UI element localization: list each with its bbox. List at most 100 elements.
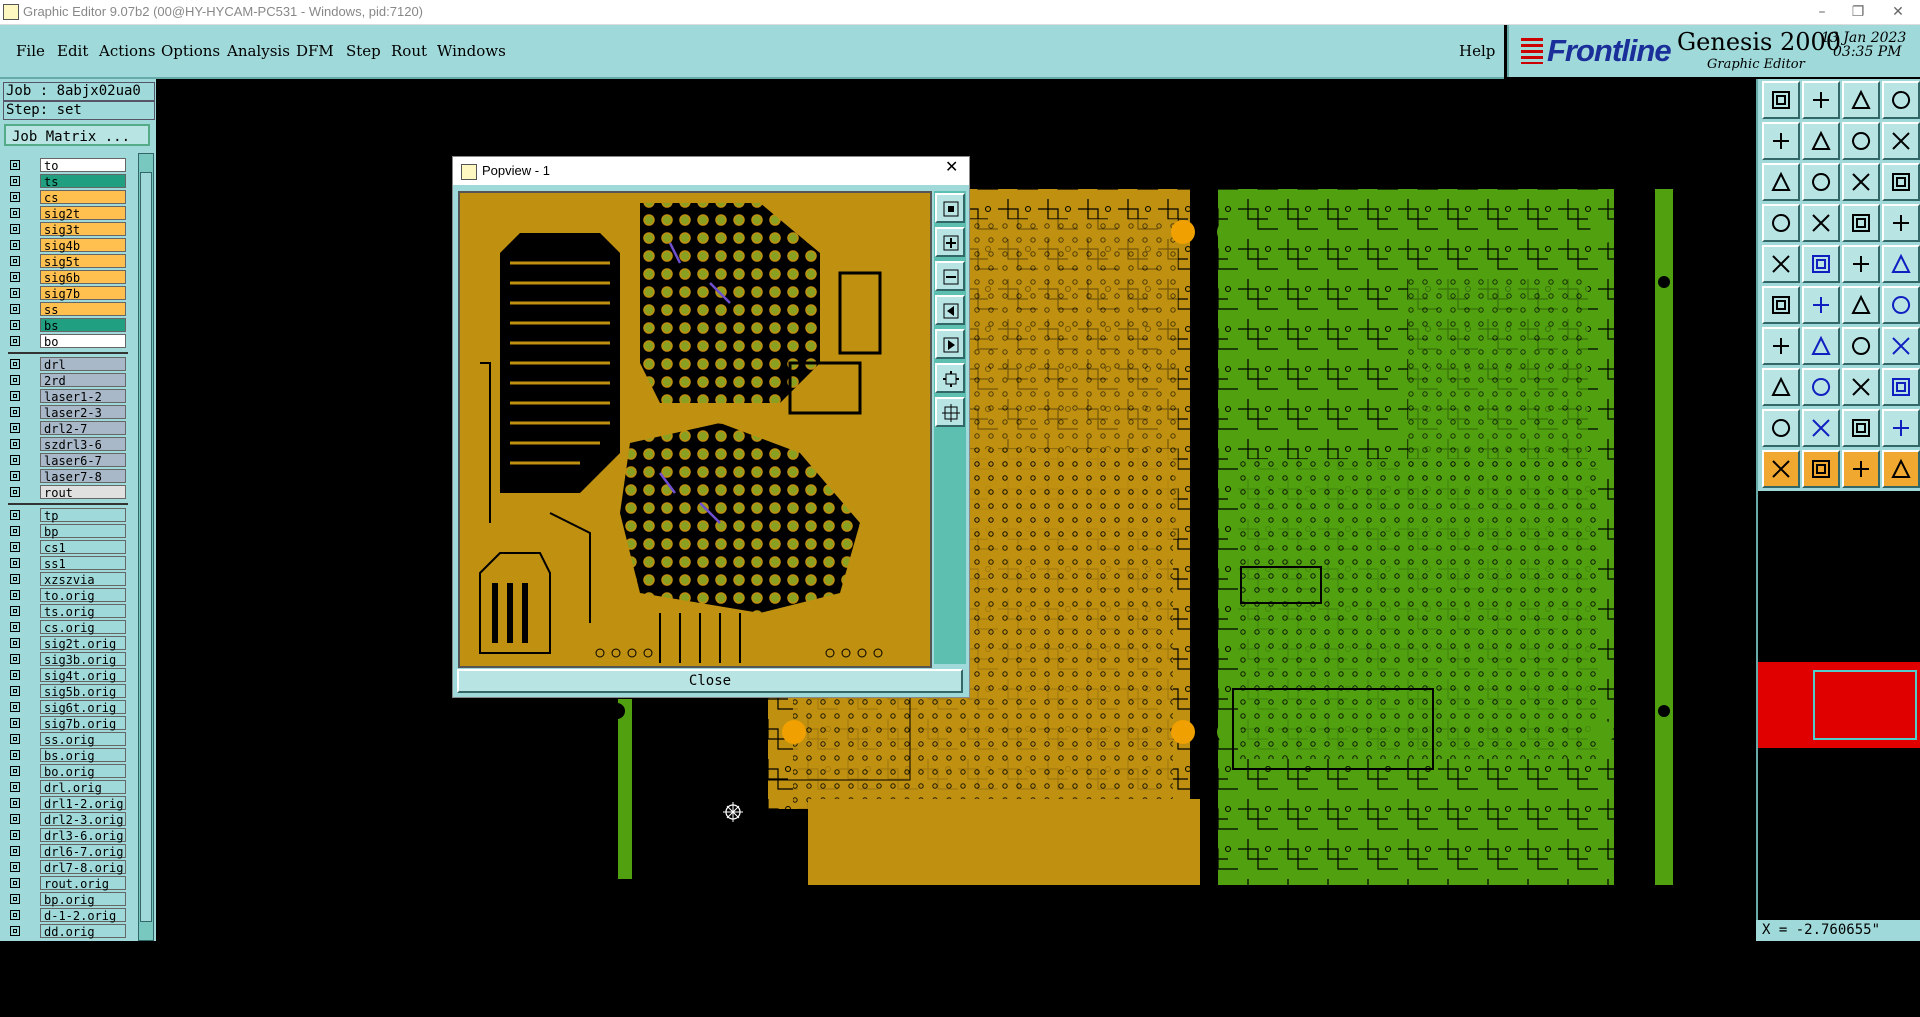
layer-name[interactable]: sig7b.orig — [40, 716, 126, 731]
layer-name[interactable]: sig2t.orig — [40, 636, 126, 651]
layer-name[interactable]: cs — [40, 190, 126, 205]
layer-affected-checkbox[interactable] — [10, 654, 20, 664]
link-icon[interactable] — [1882, 286, 1920, 324]
layer-row[interactable]: cs.orig — [4, 620, 126, 635]
split-view-icon[interactable] — [1882, 81, 1920, 119]
layer-row[interactable]: drl.orig — [4, 780, 126, 795]
save-icon[interactable] — [1802, 81, 1840, 119]
mirror-icon[interactable] — [1842, 122, 1880, 160]
layer-row[interactable]: sig3b.orig — [4, 652, 126, 667]
layer-name[interactable]: bo.orig — [40, 764, 126, 779]
layer-affected-checkbox[interactable] — [10, 638, 20, 648]
layer-affected-checkbox[interactable] — [10, 391, 20, 401]
layer-row[interactable]: sig2t.orig — [4, 636, 126, 651]
layer-affected-checkbox[interactable] — [10, 926, 20, 936]
layer-affected-checkbox[interactable] — [10, 814, 20, 824]
layer-affected-checkbox[interactable] — [10, 766, 20, 776]
layer-row[interactable]: bo — [4, 334, 126, 349]
layer-name[interactable]: sig5t — [40, 254, 126, 269]
layer-row[interactable]: bs — [4, 318, 126, 333]
scale-1to2-icon[interactable] — [1842, 163, 1880, 201]
layer-row[interactable]: drl7-8.orig — [4, 860, 126, 875]
layer-affected-checkbox[interactable] — [10, 224, 20, 234]
line-draw-icon[interactable] — [1802, 327, 1840, 365]
layer-affected-checkbox[interactable] — [10, 910, 20, 920]
layer-name[interactable]: drl2-3.orig — [40, 812, 126, 827]
layer-affected-checkbox[interactable] — [10, 622, 20, 632]
layer-affected-checkbox[interactable] — [10, 542, 20, 552]
layer-affected-checkbox[interactable] — [10, 439, 20, 449]
layer-row[interactable]: ts — [4, 174, 126, 189]
layer-name[interactable]: drl — [40, 357, 126, 372]
menu-edit[interactable]: Edit — [57, 42, 88, 60]
layer-name[interactable]: rout.orig — [40, 876, 126, 891]
layer-name[interactable]: bo — [40, 334, 126, 349]
minimize-button[interactable]: – — [1802, 1, 1842, 23]
layer-row[interactable]: xzszvia — [4, 572, 126, 587]
layer-row[interactable]: sig7b.orig — [4, 716, 126, 731]
layer-affected-checkbox[interactable] — [10, 256, 20, 266]
layer-row[interactable]: sig2t — [4, 206, 126, 221]
layer-name[interactable]: to — [40, 158, 126, 173]
menu-step[interactable]: Step — [346, 42, 381, 60]
layer-name[interactable]: rout — [40, 485, 126, 500]
layer-row[interactable]: sig7b — [4, 286, 126, 301]
popview-pan-right-button[interactable] — [935, 329, 965, 359]
pointer-arrow-icon[interactable] — [1882, 450, 1920, 488]
layer-name[interactable]: drl.orig — [40, 780, 126, 795]
layer-affected-checkbox[interactable] — [10, 862, 20, 872]
popview-close-button[interactable]: Close — [457, 669, 963, 693]
layer-affected-checkbox[interactable] — [10, 878, 20, 888]
menu-windows[interactable]: Windows — [437, 42, 506, 60]
layer-name[interactable]: ts.orig — [40, 604, 126, 619]
pointer-icon[interactable] — [1762, 450, 1800, 488]
layer-name[interactable]: bs.orig — [40, 748, 126, 763]
move-node-icon[interactable] — [1842, 286, 1880, 324]
layer-affected-checkbox[interactable] — [10, 846, 20, 856]
layer-row[interactable]: 2rd — [4, 373, 126, 388]
layer-row[interactable]: szdrl3-6 — [4, 437, 126, 452]
layer-affected-checkbox[interactable] — [10, 830, 20, 840]
swap-icon[interactable] — [1882, 122, 1920, 160]
open-step-icon[interactable] — [1762, 81, 1800, 119]
layer-affected-checkbox[interactable] — [10, 590, 20, 600]
layer-row[interactable]: ss — [4, 302, 126, 317]
layer-affected-checkbox[interactable] — [10, 359, 20, 369]
menu-dfm[interactable]: DFM — [296, 42, 334, 60]
layer-name[interactable]: sig5b.orig — [40, 684, 126, 699]
layer-row[interactable]: laser7-8 — [4, 469, 126, 484]
layer-row[interactable]: laser6-7 — [4, 453, 126, 468]
slash-line-icon[interactable] — [1762, 327, 1800, 365]
layer-affected-checkbox[interactable] — [10, 510, 20, 520]
layer-affected-checkbox[interactable] — [10, 240, 20, 250]
layer-row[interactable]: d-1-2.orig — [4, 908, 126, 923]
layer-affected-checkbox[interactable] — [10, 176, 20, 186]
select-pad-icon[interactable] — [1762, 368, 1800, 406]
layer-name[interactable]: drl6-7.orig — [40, 844, 126, 859]
layer-affected-checkbox[interactable] — [10, 455, 20, 465]
layer-row[interactable]: to.orig — [4, 588, 126, 603]
layer-affected-checkbox[interactable] — [10, 750, 20, 760]
layer-row[interactable]: cs1 — [4, 540, 126, 555]
layer-row[interactable]: bp.orig — [4, 892, 126, 907]
layer-row[interactable]: to — [4, 158, 126, 173]
layer-name[interactable]: sig3t — [40, 222, 126, 237]
layer-row[interactable]: rout — [4, 485, 126, 500]
menu-file[interactable]: File — [16, 42, 45, 60]
layer-name[interactable]: cs1 — [40, 540, 126, 555]
layer-row[interactable]: drl2-7 — [4, 421, 126, 436]
layer-affected-checkbox[interactable] — [10, 526, 20, 536]
layer-name[interactable]: dd.orig — [40, 924, 126, 939]
menu-help[interactable]: Help — [1459, 42, 1495, 60]
layer-affected-checkbox[interactable] — [10, 336, 20, 346]
layer-row[interactable]: tp — [4, 508, 126, 523]
layer-name[interactable]: sig7b — [40, 286, 126, 301]
layer-affected-checkbox[interactable] — [10, 718, 20, 728]
layer-name[interactable]: ss1 — [40, 556, 126, 571]
zoom-fit-icon[interactable] — [1762, 163, 1800, 201]
layer-name[interactable]: to.orig — [40, 588, 126, 603]
layer-name[interactable]: drl2-7 — [40, 421, 126, 436]
layer-name[interactable]: tp — [40, 508, 126, 523]
layer-row[interactable]: sig3t — [4, 222, 126, 237]
layer-name[interactable]: drl3-6.orig — [40, 828, 126, 843]
